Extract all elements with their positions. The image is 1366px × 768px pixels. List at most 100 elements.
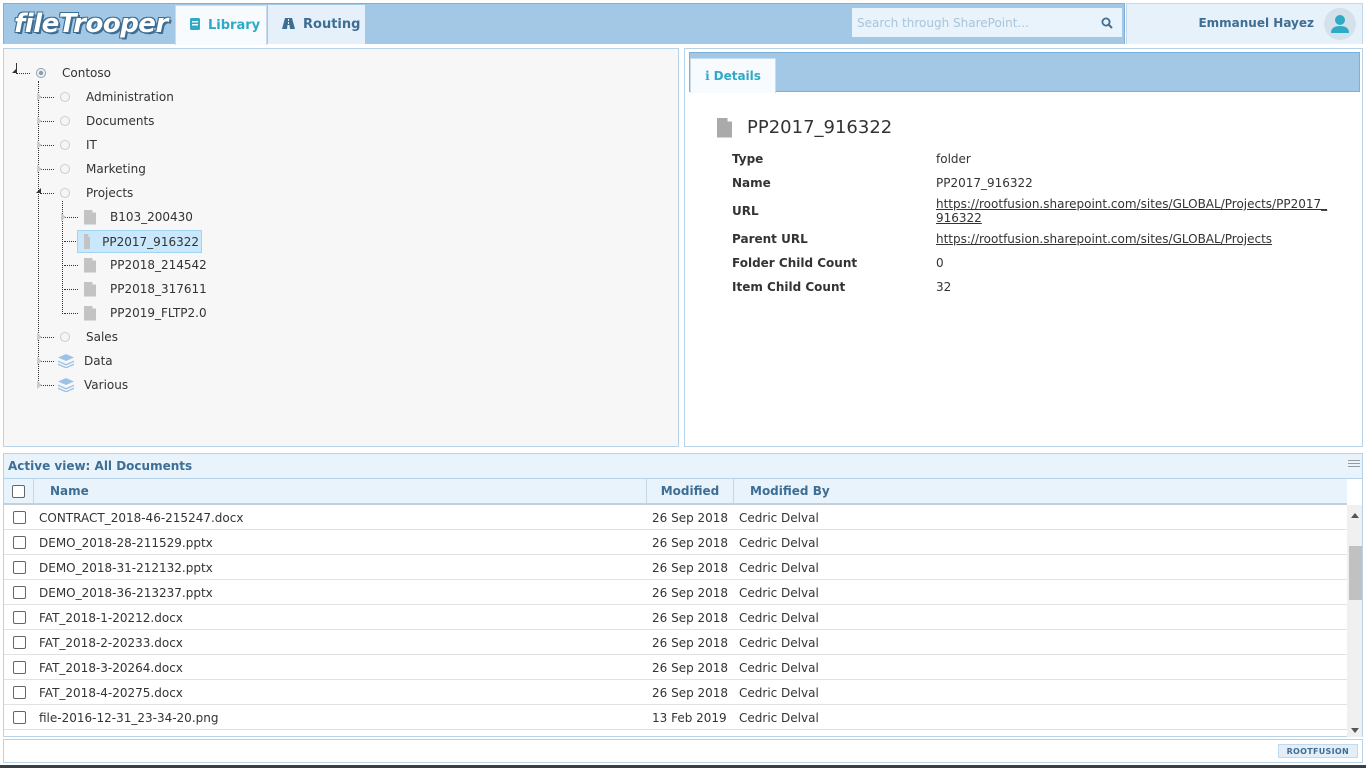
row-checkbox[interactable] — [13, 536, 26, 549]
site-radio-icon — [60, 332, 70, 342]
table-row[interactable]: DEMO_2018-31-212132.pptx 26 Sep 2018 Cedri… — [4, 555, 1347, 580]
tree-node-pp2018-214542[interactable]: PP2018_214542 — [84, 255, 211, 275]
tree-node-marketing[interactable]: Marketing — [60, 159, 150, 179]
grid-scrollbar[interactable] — [1347, 505, 1362, 737]
tree-node-pp2018-317611[interactable]: PP2018_317611 — [84, 279, 211, 299]
search-icon[interactable] — [1092, 8, 1122, 37]
user-area: Emmanuel Hayez — [1126, 3, 1363, 44]
site-radio-icon — [36, 68, 46, 78]
detail-title: PP2017_916322 — [717, 117, 892, 138]
column-header-name[interactable]: Name — [34, 479, 647, 503]
folder-icon — [84, 257, 96, 273]
scroll-down-arrow-icon[interactable] — [1351, 728, 1359, 733]
tree-node-pp2019-fltp2[interactable]: PP2019_FLTP2.0 — [84, 303, 211, 323]
user-icon — [1331, 15, 1349, 33]
tree-connector — [40, 97, 54, 98]
expand-toggle[interactable] — [37, 141, 42, 149]
book-icon — [190, 18, 200, 33]
table-row[interactable]: FAT_2018-2-20233.docx 26 Sep 2018 Cedric D… — [4, 630, 1347, 655]
tree-connector — [40, 169, 54, 170]
tree-node-pp2017-916322[interactable]: PP2017_916322 — [77, 230, 202, 253]
scrollbar-thumb[interactable] — [1349, 546, 1362, 600]
library-stack-icon — [58, 378, 74, 392]
tab-library[interactable]: Library — [175, 5, 267, 45]
expand-toggle[interactable] — [37, 333, 42, 341]
tree-connector — [40, 193, 54, 194]
site-radio-icon — [60, 116, 70, 126]
row-checkbox[interactable] — [13, 561, 26, 574]
info-icon: i — [705, 69, 710, 83]
row-checkbox[interactable] — [13, 511, 26, 524]
row-checkbox[interactable] — [13, 661, 26, 674]
site-radio-icon — [60, 92, 70, 102]
tree-connector — [64, 217, 78, 218]
table-row[interactable]: FAT_2018-4-20275.docx 26 Sep 2018 Cedric D… — [4, 680, 1347, 705]
tab-routing[interactable]: Routing — [268, 5, 365, 44]
folder-icon — [717, 117, 732, 138]
tree-connector — [40, 337, 54, 338]
url-link[interactable]: https://rootfusion.sharepoint.com/sites/… — [936, 197, 1327, 225]
collapse-toggle[interactable] — [12, 68, 17, 73]
row-checkbox[interactable] — [13, 686, 26, 699]
site-radio-icon — [60, 188, 70, 198]
row-checkbox[interactable] — [13, 711, 26, 724]
table-row[interactable]: DEMO_2018-28-211529.pptx 26 Sep 2018 Cedri… — [4, 530, 1347, 555]
tree-node-administration[interactable]: Administration — [60, 87, 178, 107]
row-checkbox[interactable] — [13, 636, 26, 649]
expand-toggle[interactable] — [61, 213, 66, 221]
app-header: fileTrooper Library Routing Emmanuel Hay… — [0, 0, 1366, 45]
tree-node-various[interactable]: Various — [58, 375, 132, 395]
column-header-row: Name Modified Modified By — [4, 479, 1347, 505]
tab-details[interactable]: i Details — [690, 58, 776, 93]
expand-toggle[interactable] — [37, 117, 42, 125]
footer: ROOTFUSION — [3, 739, 1363, 763]
active-view-title: Active view: All Documents — [8, 459, 193, 473]
site-radio-icon — [60, 140, 70, 150]
library-stack-icon — [58, 354, 74, 368]
tree-node-b103-200430[interactable]: B103_200430 — [84, 207, 197, 227]
scroll-up-arrow-icon[interactable] — [1351, 513, 1359, 518]
user-name[interactable]: Emmanuel Hayez — [1198, 16, 1314, 30]
table-row[interactable]: file-2016-12-31_23-34-20.png 13 Feb 2019 C… — [4, 705, 1347, 730]
tree-node-projects[interactable]: Projects — [60, 183, 137, 203]
site-radio-icon — [60, 164, 70, 174]
app-logo[interactable]: fileTrooper — [14, 9, 168, 39]
column-header-modified[interactable]: Modified — [647, 479, 734, 503]
tree-node-it[interactable]: IT — [60, 135, 101, 155]
tree-connector — [40, 121, 54, 122]
row-checkbox[interactable] — [13, 611, 26, 624]
table-row[interactable]: FAT_2018-1-20212.docx 26 Sep 2018 Cedric D… — [4, 605, 1347, 630]
expand-toggle[interactable] — [37, 357, 42, 365]
menu-icon[interactable] — [1348, 460, 1360, 470]
tree-node-sales[interactable]: Sales — [60, 327, 122, 347]
select-all-checkbox[interactable] — [12, 484, 25, 498]
details-panel: i Details PP2017_916322 Type folder Name… — [684, 48, 1363, 447]
grid-rows: CONTRACT_2018-46-215247.docx 26 Sep 2018 C… — [4, 505, 1347, 737]
brand-badge[interactable]: ROOTFUSION — [1277, 744, 1358, 758]
tree-connector — [64, 265, 78, 266]
search-box — [852, 8, 1122, 37]
tree-node-contoso[interactable]: Contoso — [36, 63, 115, 83]
avatar[interactable] — [1324, 8, 1356, 40]
tree-node-data[interactable]: Data — [58, 351, 117, 371]
row-checkbox[interactable] — [13, 586, 26, 599]
folder-icon — [84, 305, 96, 321]
table-row[interactable]: FAT_2018-3-20264.docx 26 Sep 2018 Cedric D… — [4, 655, 1347, 680]
search-input[interactable] — [852, 8, 1092, 37]
tree-connector — [64, 313, 78, 314]
expand-toggle[interactable] — [37, 93, 42, 101]
tree-connector — [38, 81, 39, 387]
column-header-modified-by[interactable]: Modified By — [734, 479, 1347, 503]
details-tabbar: i Details — [689, 52, 1360, 93]
tree-connector — [40, 145, 54, 146]
folder-icon — [84, 209, 96, 225]
collapse-toggle[interactable] — [36, 188, 41, 193]
site-tree: Contoso Administration Documents IT Mark… — [3, 48, 679, 447]
tree-node-documents[interactable]: Documents — [60, 111, 158, 131]
expand-toggle[interactable] — [37, 165, 42, 173]
table-row[interactable]: DEMO_2018-36-213237.pptx 26 Sep 2018 Cedri… — [4, 580, 1347, 605]
expand-toggle[interactable] — [37, 381, 42, 389]
parent-url-link[interactable]: https://rootfusion.sharepoint.com/sites/… — [936, 232, 1272, 246]
table-row[interactable]: CONTRACT_2018-46-215247.docx 26 Sep 2018 C… — [4, 505, 1347, 530]
tab-routing-label: Routing — [303, 17, 361, 32]
